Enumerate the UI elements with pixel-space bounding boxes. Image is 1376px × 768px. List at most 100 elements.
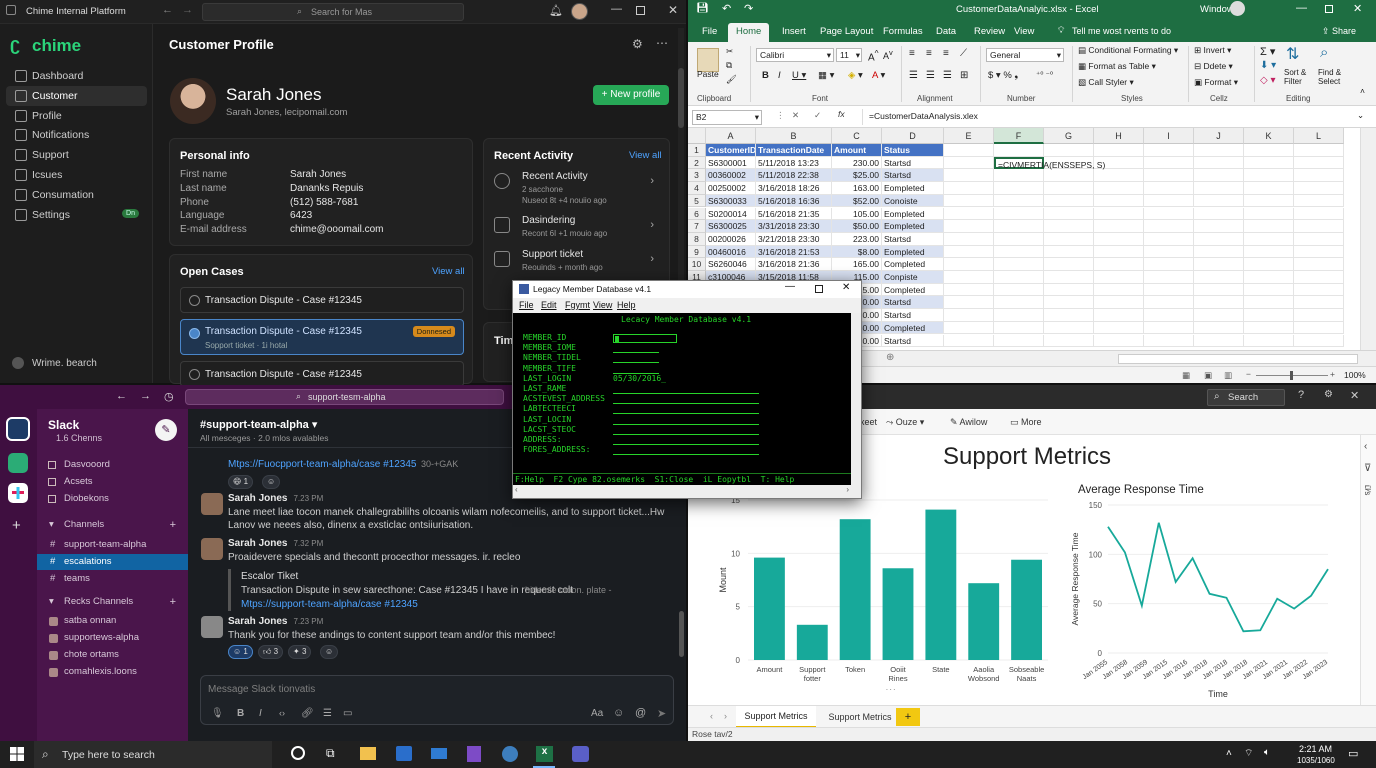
empty-cell[interactable] <box>1144 271 1194 284</box>
empty-cell[interactable] <box>1094 258 1144 271</box>
empty-cell[interactable] <box>1194 169 1244 183</box>
toolbar-more[interactable]: ▭ More <box>1010 417 1042 428</box>
table-cell[interactable]: Completed <box>882 258 944 271</box>
table-cell[interactable]: $50.00 <box>832 220 882 233</box>
find-select-label[interactable]: Find & Select <box>1318 68 1352 86</box>
empty-cell[interactable] <box>1244 169 1294 183</box>
empty-cell[interactable] <box>1094 144 1144 157</box>
legacy-vscroll[interactable] <box>851 313 861 485</box>
empty-cell[interactable] <box>944 334 994 348</box>
sidebar-item-0[interactable]: Dashboard <box>6 66 147 86</box>
empty-cell[interactable] <box>994 232 1044 246</box>
maximize-icon[interactable] <box>815 285 823 293</box>
radio-icon[interactable] <box>189 369 200 380</box>
copy-icon[interactable]: ⧉ <box>726 60 732 71</box>
enter-icon[interactable]: ✓ <box>814 110 821 121</box>
close-icon[interactable]: ✕ <box>1353 2 1362 15</box>
empty-cell[interactable] <box>1094 245 1144 259</box>
filter-icon[interactable]: ⊽ <box>1364 463 1371 474</box>
redo-icon[interactable]: ↷ <box>744 2 753 15</box>
message-author[interactable]: Sarah Jones 7.23 PM <box>228 493 323 504</box>
table-cell[interactable]: Eompleted <box>882 220 944 233</box>
teams-icon[interactable] <box>572 746 589 762</box>
legacy-hscroll[interactable]: ‹ › <box>513 485 861 498</box>
table-cell[interactable]: Completed <box>882 321 944 335</box>
format-painter-icon[interactable]: 🖌︎ <box>726 74 737 85</box>
empty-cell[interactable] <box>1144 283 1194 297</box>
font-color-icon[interactable]: A ▾ <box>872 70 885 81</box>
empty-cell[interactable] <box>994 220 1044 233</box>
reaction-emoji[interactable]: ✦ 3 <box>288 645 312 659</box>
empty-cell[interactable] <box>1294 182 1344 195</box>
row-header[interactable]: 6 <box>688 207 706 221</box>
workspace-name[interactable]: Slack <box>48 418 79 432</box>
zoom-slider[interactable] <box>1256 371 1328 380</box>
column-header[interactable]: F <box>994 128 1044 144</box>
empty-cell[interactable] <box>944 144 994 157</box>
ribbon-tab-file[interactable]: File <box>694 23 725 42</box>
field-input[interactable] <box>613 426 759 435</box>
visual-studio-icon[interactable] <box>467 746 481 762</box>
maximize-icon[interactable] <box>1325 5 1333 13</box>
table-cell[interactable]: 163.00 <box>832 182 882 195</box>
empty-cell[interactable] <box>1044 271 1094 284</box>
empty-cell[interactable] <box>1294 283 1344 297</box>
table-cell[interactable]: Startsd <box>882 296 944 310</box>
table-cell[interactable]: Startsd <box>882 309 944 322</box>
bold-icon[interactable]: B <box>762 70 769 81</box>
mention-icon[interactable]: @ <box>635 707 646 719</box>
sidebar-item-channel[interactable]: # escalations <box>37 553 188 570</box>
share-button[interactable]: ⇪ Share <box>1322 26 1356 37</box>
page-tab-active[interactable]: Support Metrics <box>736 706 816 728</box>
empty-cell[interactable] <box>1294 232 1344 246</box>
empty-cell[interactable] <box>944 194 994 208</box>
empty-cell[interactable] <box>944 271 994 284</box>
empty-cell[interactable] <box>1294 296 1344 310</box>
empty-cell[interactable] <box>994 258 1044 271</box>
field-input[interactable] <box>613 416 759 425</box>
empty-cell[interactable] <box>1244 194 1294 208</box>
table-cell[interactable]: 230.00 <box>832 156 882 170</box>
table-cell[interactable]: $8.00 <box>832 245 882 259</box>
avatar[interactable] <box>571 3 588 20</box>
tell-me-input[interactable]: Tell me wost rvents to do <box>1072 26 1171 36</box>
help-icon[interactable]: ? <box>1298 389 1304 401</box>
message-author[interactable]: Sarah Jones 7.32 PM <box>228 538 323 549</box>
save-icon[interactable]: 💾︎ <box>696 3 709 14</box>
maximize-icon[interactable] <box>636 6 645 15</box>
number-format-select[interactable]: General ▾ <box>986 48 1064 62</box>
column-header[interactable]: C <box>832 128 882 144</box>
sort-filter-label[interactable]: Sort & Filter <box>1284 68 1316 86</box>
taskbar-search[interactable]: ⌕ Type here to search <box>34 741 272 768</box>
empty-cell[interactable] <box>1294 194 1344 208</box>
empty-cell[interactable] <box>944 207 994 221</box>
undo-icon[interactable]: ↶ <box>722 2 731 15</box>
grow-font-icon[interactable]: A^ <box>868 48 879 63</box>
italic-icon[interactable]: I <box>259 708 262 719</box>
empty-cell[interactable] <box>1194 321 1244 335</box>
legacy-menu-4[interactable]: Help <box>617 300 636 310</box>
table-cell[interactable]: 5/16/2018 16:36 <box>756 194 832 208</box>
field-input[interactable] <box>613 344 659 354</box>
table-cell[interactable]: S0200014 <box>706 207 756 221</box>
minimize-icon[interactable]: — <box>611 3 622 15</box>
add-page-icon[interactable]: + <box>896 708 920 726</box>
table-cell[interactable]: $52.00 <box>832 194 882 208</box>
volume-icon[interactable]: 🔈︎ <box>1264 747 1270 758</box>
shrink-font-icon[interactable]: Av <box>883 48 893 61</box>
reaction-emoji[interactable]: 👍︎ 3 <box>258 645 284 659</box>
row-header[interactable]: 2 <box>688 156 706 170</box>
empty-cell[interactable] <box>1294 220 1344 233</box>
table-cell[interactable]: 3/16/2018 21:36 <box>756 258 832 271</box>
report-search-input[interactable]: ⌕ Search <box>1207 389 1285 406</box>
empty-cell[interactable] <box>1194 194 1244 208</box>
row-header[interactable]: 7 <box>688 220 706 233</box>
row-header[interactable]: 9 <box>688 245 706 259</box>
table-cell[interactable]: Startsd <box>882 156 944 170</box>
mic-icon[interactable]: 🎙︎ <box>211 708 224 719</box>
clear-icon[interactable]: ◇ ▾ <box>1260 75 1276 86</box>
format-cells-button[interactable]: ▣ Format ▾ <box>1194 77 1238 88</box>
slack-nav-item[interactable]: Acsets <box>37 474 188 490</box>
terminal-screen[interactable]: Lecacy Member Database v4.1 MEMBER_ID MEM… <box>513 313 851 485</box>
collapse-icon[interactable]: ‹ <box>1364 441 1367 452</box>
